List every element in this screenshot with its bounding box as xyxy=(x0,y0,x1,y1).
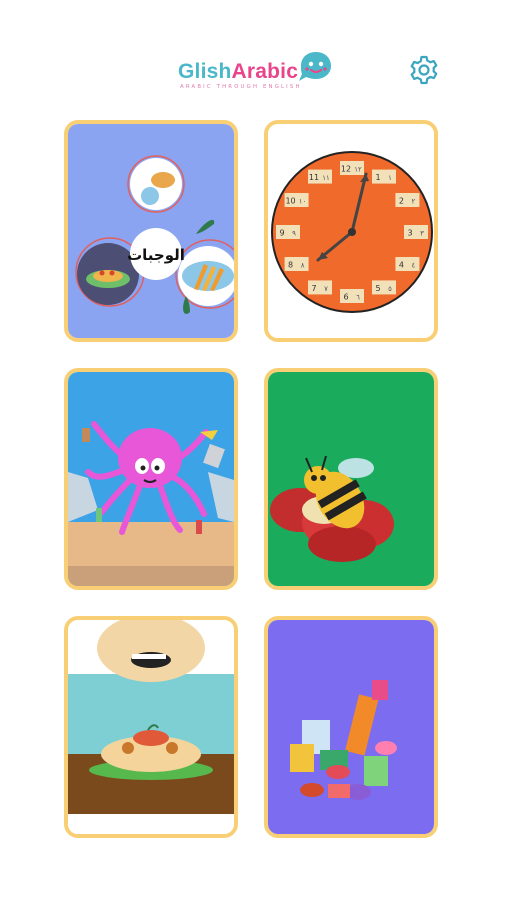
clock-number-arabic: ٢ xyxy=(412,198,416,206)
spaghetti-illustration xyxy=(68,620,234,834)
meals-label: الوجبات xyxy=(127,246,185,264)
card-spaghetti[interactable] xyxy=(64,616,238,838)
clock-number-arabic: ٩ xyxy=(292,230,296,238)
card-bee[interactable] xyxy=(264,368,438,590)
clock-number: 3 xyxy=(407,229,412,238)
app-logo: GlishArabic ARABIC THROUGH ENGLISH xyxy=(176,50,336,100)
clock-number: 10 xyxy=(285,197,295,206)
card-meals[interactable]: الوجبات xyxy=(64,120,238,342)
clock-number: 7 xyxy=(311,284,316,293)
clock-number-arabic: ١٢ xyxy=(354,166,362,174)
settings-gear-icon[interactable] xyxy=(408,54,440,86)
clock-number: 8 xyxy=(288,261,293,270)
clock-number: 2 xyxy=(399,197,404,206)
clock-number: 9 xyxy=(279,229,284,238)
clock-number: 6 xyxy=(343,293,348,302)
clock-number-arabic: ١٠ xyxy=(299,198,307,206)
bee-illustration xyxy=(268,372,434,586)
clock-number-arabic: ١ xyxy=(388,174,392,182)
brand-name: GlishArabic xyxy=(178,60,299,83)
clock-number-arabic: ١١ xyxy=(322,174,330,182)
clock-number: 4 xyxy=(399,261,404,270)
clock-number-arabic: ٧ xyxy=(324,285,328,293)
card-octopus[interactable] xyxy=(64,368,238,590)
clock-number: 12 xyxy=(341,165,351,174)
card-clock[interactable]: 12 ١٢ 1 ١ 2 ٢ 3 ٣ 4 ٤ 5 ٥ 6 ٦ 7 ٧ 8 ٨ 9 ٩ 10 ١٠ 11 ١١ xyxy=(264,120,438,342)
clock-illustration: 12 ١٢ 1 ١ 2 ٢ 3 ٣ 4 ٤ 5 ٥ 6 ٦ 7 ٧ 8 ٨ 9 ٩ 10 ١٠ 11 ١١ xyxy=(268,124,434,338)
octopus-illustration xyxy=(68,372,234,586)
clock-number: 5 xyxy=(375,284,380,293)
card-candy[interactable] xyxy=(264,616,438,838)
clock-number-arabic: ٤ xyxy=(412,262,416,270)
candy-illustration xyxy=(268,620,434,834)
clock-number: 1 xyxy=(375,173,380,182)
clock-number-arabic: ٨ xyxy=(301,262,305,270)
clock-number-arabic: ٦ xyxy=(356,294,360,302)
app-header: GlishArabic ARABIC THROUGH ENGLISH xyxy=(0,40,507,110)
speech-bubble-mascot-icon xyxy=(299,52,331,81)
meals-illustration: الوجبات xyxy=(68,124,234,338)
clock-number-arabic: ٥ xyxy=(388,285,392,293)
clock-number-arabic: ٣ xyxy=(420,230,424,238)
clock-number: 11 xyxy=(309,173,319,182)
brand-tagline: ARABIC THROUGH ENGLISH xyxy=(180,84,302,90)
